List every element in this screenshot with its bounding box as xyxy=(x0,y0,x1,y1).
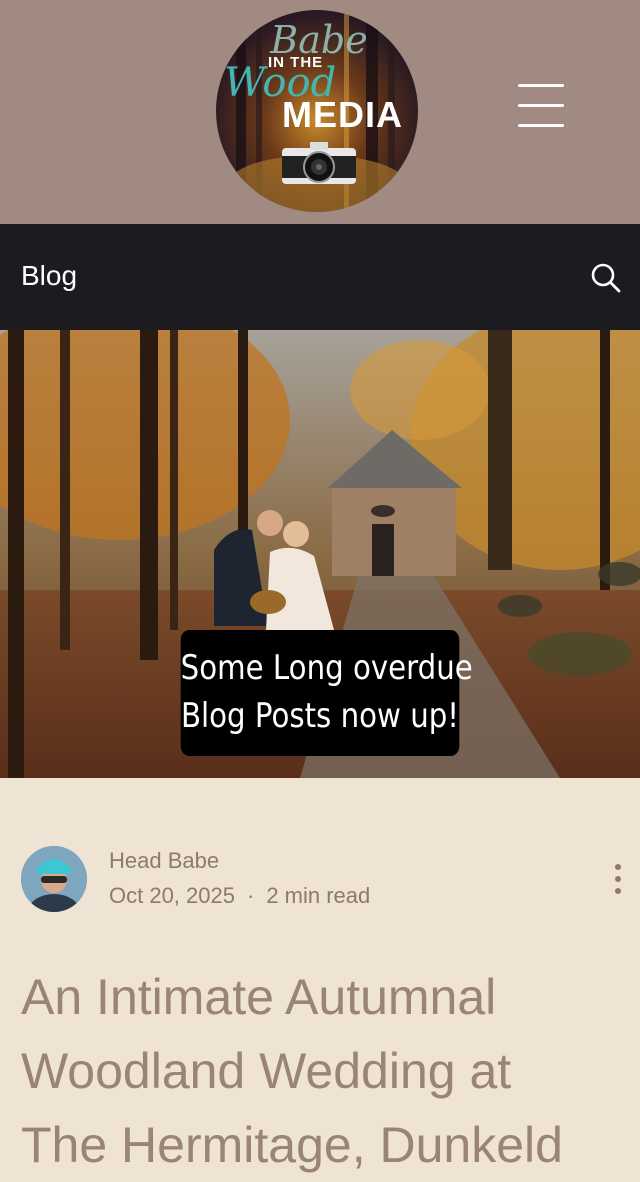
more-dot xyxy=(615,888,621,894)
hero-caption: Some Long overdue Blog Posts now up! xyxy=(180,630,473,756)
post-date: Oct 20, 2025 xyxy=(109,883,235,908)
post-title-line-2: Woodland Wedding at xyxy=(21,1043,512,1099)
avatar-image xyxy=(21,846,87,912)
more-options-icon[interactable] xyxy=(610,862,626,896)
meta-separator: · xyxy=(246,883,255,908)
post-title-line-3: The Hermitage, Dunkeld xyxy=(21,1117,563,1173)
post-title[interactable]: An Intimate Autumnal Woodland Wedding at… xyxy=(21,960,640,1182)
hamburger-line xyxy=(518,84,564,87)
logo-text-media: MEDIA xyxy=(282,94,403,135)
hamburger-line xyxy=(518,124,564,127)
author-name[interactable]: Head Babe xyxy=(109,848,219,874)
hamburger-menu-button[interactable] xyxy=(516,82,568,130)
post-title-line-1: An Intimate Autumnal xyxy=(21,969,497,1025)
read-time: 2 min read xyxy=(266,883,371,908)
post-meta: Oct 20, 2025 · 2 min read xyxy=(109,883,370,909)
author-avatar[interactable] xyxy=(21,846,87,912)
nav-title[interactable]: Blog xyxy=(21,260,77,292)
caption-line-1: Some Long overdue xyxy=(180,648,473,688)
more-dot xyxy=(615,876,621,882)
more-dot xyxy=(615,864,621,870)
hamburger-line xyxy=(518,104,564,107)
blog-nav-bar: Blog xyxy=(0,224,640,330)
camera-icon xyxy=(282,142,356,184)
site-header: Babe IN THE Wood MEDIA xyxy=(0,0,640,224)
caption-line-2: Blog Posts now up! xyxy=(180,696,460,736)
site-logo[interactable]: Babe IN THE Wood MEDIA xyxy=(216,10,418,212)
search-icon[interactable] xyxy=(588,260,624,296)
